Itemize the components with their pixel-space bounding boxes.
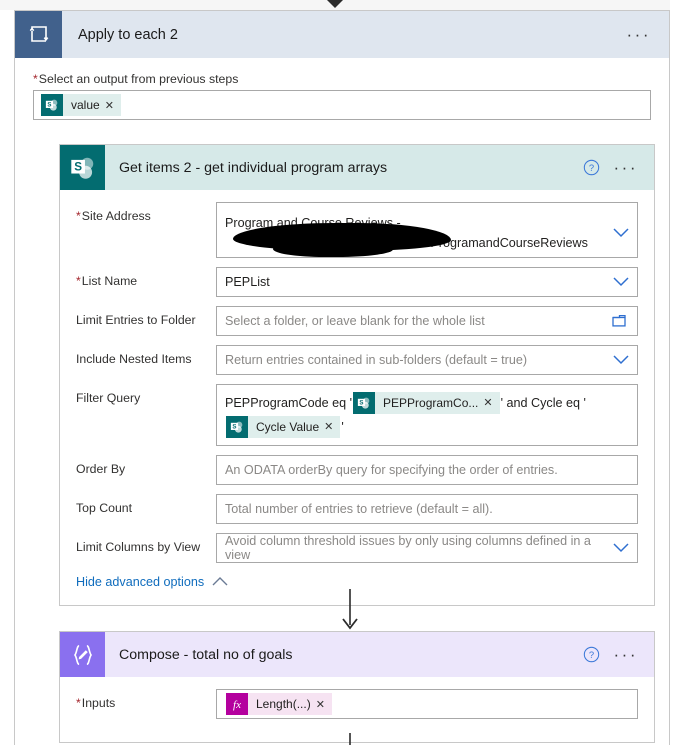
filter-text-part3: ': [341, 420, 344, 434]
dynamic-token-cycle-value[interactable]: S Cycle Value ✕: [226, 415, 341, 439]
scope-body: *Select an output from previous steps S …: [15, 58, 669, 120]
chevron-down-icon[interactable]: [613, 227, 629, 241]
chevron-down-icon: [327, 0, 343, 8]
row-filter-query: Filter Query PEPProgramCode eq ' S PEPPr…: [76, 384, 638, 446]
compose-overflow-menu-icon[interactable]: ···: [604, 632, 654, 677]
top-count-input[interactable]: Total number of entries to retrieve (def…: [216, 494, 638, 524]
hide-advanced-options-label: Hide advanced options: [76, 575, 205, 589]
svg-text:S: S: [359, 399, 363, 406]
apply-to-each-scope: Apply to each 2 ··· *Select an output fr…: [14, 10, 670, 745]
outgoing-connector: [15, 733, 685, 745]
filter-query-label: Filter Query: [76, 391, 141, 405]
required-asterisk: *: [33, 72, 38, 86]
limit-entries-placeholder: Select a folder, or leave blank for the …: [225, 314, 485, 328]
scope-overflow-menu-icon[interactable]: ···: [627, 11, 669, 58]
include-nested-label: Include Nested Items: [76, 352, 192, 366]
svg-text:S: S: [232, 423, 236, 430]
get-items-title: Get items 2 - get individual program arr…: [119, 159, 388, 176]
row-limit-columns-by-view: Limit Columns by View Avoid column thres…: [76, 533, 638, 563]
chevron-down-icon[interactable]: [613, 277, 629, 287]
connector-arrow: [15, 589, 685, 631]
help-icon[interactable]: ?: [583, 632, 604, 677]
list-name-label: *List Name: [76, 274, 138, 288]
fx-icon: fx: [226, 693, 248, 715]
loop-icon: [15, 11, 62, 58]
close-icon[interactable]: ✕: [105, 99, 121, 112]
svg-text:S: S: [74, 160, 82, 173]
scope-title: Apply to each 2: [78, 26, 178, 43]
include-nested-placeholder: Return entries contained in sub-folders …: [225, 353, 528, 367]
close-icon[interactable]: ✕: [483, 391, 499, 415]
redaction-blob: [233, 223, 451, 257]
limit-entries-label: Limit Entries to Folder: [76, 313, 196, 327]
top-count-placeholder: Total number of entries to retrieve (def…: [225, 502, 493, 516]
chevron-down-icon[interactable]: [613, 543, 629, 553]
svg-text:?: ?: [588, 163, 593, 174]
limit-columns-input[interactable]: Avoid column threshold issues by only us…: [216, 533, 638, 563]
site-address-label: *Site Address: [76, 209, 151, 223]
required-asterisk: *: [76, 696, 81, 710]
filter-query-input[interactable]: PEPProgramCode eq ' S PEPProgramCo... ✕ …: [216, 384, 638, 446]
required-asterisk: *: [76, 209, 81, 223]
flow-designer-canvas: Apply to each 2 ··· *Select an output fr…: [0, 0, 692, 745]
limit-columns-placeholder: Avoid column threshold issues by only us…: [225, 534, 591, 562]
close-icon[interactable]: ✕: [324, 415, 340, 439]
row-site-address: *Site Address Program and Course Reviews…: [76, 202, 638, 258]
chevron-up-icon: [212, 577, 228, 587]
get-items-header[interactable]: S Get items 2 - get individual program a…: [60, 145, 654, 190]
expression-token-length[interactable]: fx Length(...) ✕: [226, 693, 332, 715]
inputs-input[interactable]: fx Length(...) ✕: [216, 689, 638, 719]
sharepoint-icon: S: [60, 145, 105, 190]
filter-text-part2: ' and Cycle eq ': [500, 396, 586, 410]
row-include-nested-items: Include Nested Items Return entries cont…: [76, 345, 638, 375]
token-label: Cycle Value: [256, 420, 320, 434]
svg-text:?: ?: [588, 650, 593, 661]
row-order-by: Order By An ODATA orderBy query for spec…: [76, 455, 638, 485]
folder-icon[interactable]: [612, 314, 629, 328]
inputs-label: *Inputs: [76, 696, 116, 710]
order-by-label: Order By: [76, 462, 126, 476]
hide-advanced-options-link[interactable]: Hide advanced options: [76, 575, 638, 589]
row-limit-entries-to-folder: Limit Entries to Folder Select a folder,…: [76, 306, 638, 336]
sharepoint-icon: S: [353, 392, 376, 414]
row-inputs: *Inputs fx Length(...) ✕: [76, 689, 638, 719]
include-nested-input[interactable]: Return entries contained in sub-folders …: [216, 345, 638, 375]
filter-text-part1: PEPProgramCode eq ': [225, 396, 353, 410]
close-icon[interactable]: ✕: [316, 698, 332, 711]
scope-header[interactable]: Apply to each 2 ···: [15, 11, 669, 58]
order-by-placeholder: An ODATA orderBy query for specifying th…: [225, 463, 558, 477]
compose-title: Compose - total no of goals: [119, 646, 293, 663]
token-label: value: [71, 98, 100, 112]
token-label: PEPProgramCo...: [383, 396, 479, 410]
order-by-input[interactable]: An ODATA orderBy query for specifying th…: [216, 455, 638, 485]
list-name-value: PEPList: [225, 275, 270, 289]
compose-header[interactable]: Compose - total no of goals ? ···: [60, 632, 654, 677]
action-card-compose: Compose - total no of goals ? ··· *Input…: [59, 631, 655, 743]
get-items-overflow-menu-icon[interactable]: ···: [604, 145, 654, 190]
sharepoint-icon: S: [226, 416, 248, 438]
limit-entries-input[interactable]: Select a folder, or leave blank for the …: [216, 306, 638, 336]
row-list-name: *List Name PEPList: [76, 267, 638, 297]
compose-icon: [60, 632, 105, 677]
top-count-label: Top Count: [76, 501, 133, 515]
list-name-input[interactable]: PEPList: [216, 267, 638, 297]
row-top-count: Top Count Total number of entries to ret…: [76, 494, 638, 524]
foreach-field-label: *Select an output from previous steps: [33, 72, 239, 86]
svg-text:S: S: [47, 101, 51, 108]
site-address-input[interactable]: Program and Course Reviews - sites/Progr…: [216, 202, 638, 258]
incoming-connector: [0, 0, 670, 10]
action-card-get-items: S Get items 2 - get individual program a…: [59, 144, 655, 606]
required-asterisk: *: [76, 274, 81, 288]
help-icon[interactable]: ?: [583, 145, 604, 190]
token-label: Length(...): [256, 697, 311, 711]
dynamic-token-pepprogramcode[interactable]: S PEPProgramCo... ✕: [353, 392, 500, 414]
get-items-body: *Site Address Program and Course Reviews…: [60, 190, 654, 605]
sharepoint-icon: S: [41, 94, 63, 116]
limit-columns-label: Limit Columns by View: [76, 540, 201, 554]
chevron-down-icon[interactable]: [613, 355, 629, 365]
svg-text:fx: fx: [233, 699, 241, 711]
foreach-output-input[interactable]: S value ✕: [33, 90, 651, 120]
dynamic-token-value[interactable]: S value ✕: [41, 94, 121, 116]
